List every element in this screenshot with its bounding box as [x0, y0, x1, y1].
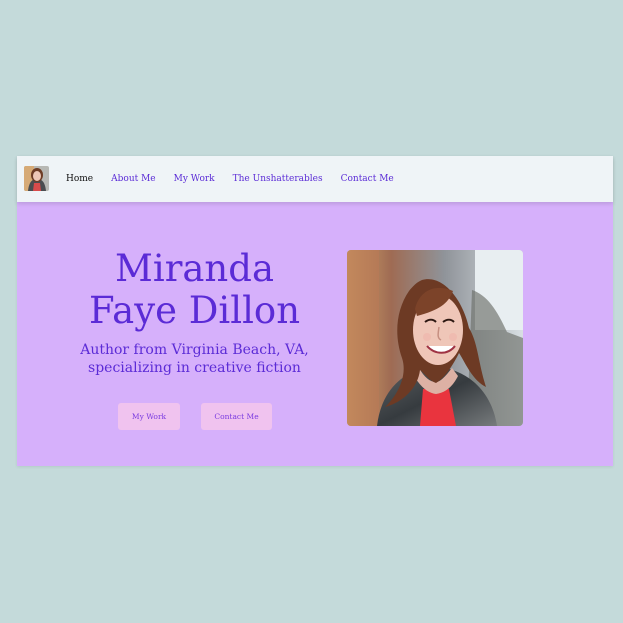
- contact-me-button[interactable]: Contact Me: [201, 403, 272, 430]
- author-portrait-image: [347, 250, 523, 426]
- my-work-button[interactable]: My Work: [118, 403, 180, 430]
- author-description-line-1: Author from Virginia Beach, VA,: [80, 342, 309, 358]
- author-name: Miranda Faye Dillon: [77, 248, 312, 332]
- author-description: Author from Virginia Beach, VA, speciali…: [77, 341, 312, 377]
- author-avatar-logo[interactable]: [24, 166, 49, 191]
- nav-link-about-me[interactable]: About Me: [111, 174, 156, 184]
- hero-text-section: Miranda Faye Dillon Author from Virginia…: [77, 248, 312, 377]
- avatar-portrait-icon: [24, 166, 49, 191]
- nav-link-contact-me[interactable]: Contact Me: [341, 174, 394, 184]
- navigation-links: Home About Me My Work The Unshatterables…: [66, 156, 394, 202]
- nav-link-home[interactable]: Home: [66, 174, 93, 184]
- nav-link-my-work[interactable]: My Work: [174, 174, 215, 184]
- author-name-line-1: Miranda: [114, 247, 275, 290]
- nav-link-the-unshatterables[interactable]: The Unshatterables: [233, 174, 323, 184]
- website-frame: Home About Me My Work The Unshatterables…: [17, 156, 613, 466]
- author-description-line-2: specializing in creative fiction: [88, 360, 301, 376]
- author-name-line-2: Faye Dillon: [88, 289, 301, 332]
- top-navigation-bar: Home About Me My Work The Unshatterables…: [17, 156, 613, 202]
- author-portrait-icon: [347, 250, 523, 426]
- hero-action-buttons: My Work Contact Me: [118, 403, 272, 430]
